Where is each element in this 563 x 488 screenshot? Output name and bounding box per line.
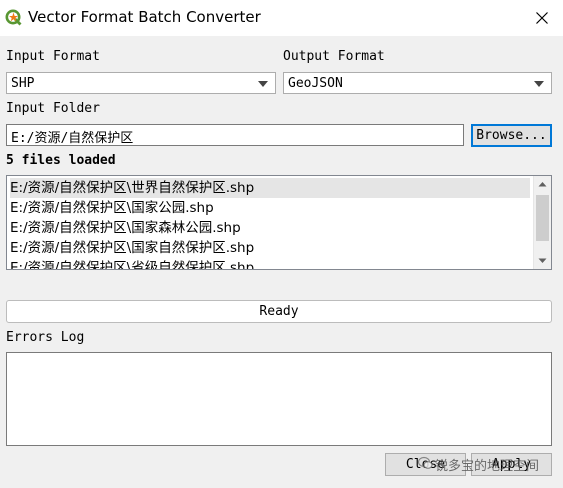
output-format-value: GeoJSON	[288, 76, 343, 91]
chevron-up-icon	[538, 182, 547, 187]
status-progress-bar: Ready	[6, 300, 552, 323]
chat-bubble-icon	[418, 456, 433, 469]
file-list[interactable]: E:/资源/自然保护区\世界自然保护区.shp E:/资源/自然保护区\国家公园…	[6, 175, 552, 270]
list-item[interactable]: E:/资源/自然保护区\国家森林公园.shp	[10, 218, 530, 238]
watermark: 锐多宝的地理空间	[418, 452, 558, 476]
scrollbar-thumb[interactable]	[536, 195, 549, 241]
errors-log-box[interactable]	[6, 352, 552, 446]
list-item[interactable]: E:/资源/自然保护区\世界自然保护区.shp	[10, 178, 530, 198]
list-item[interactable]: E:/资源/自然保护区\国家自然保护区.shp	[10, 238, 530, 258]
input-format-label: Input Format	[6, 49, 100, 64]
window-title: Vector Format Batch Converter	[28, 8, 261, 26]
chevron-down-icon	[538, 258, 547, 263]
input-format-value: SHP	[11, 76, 35, 91]
chevron-down-icon	[534, 81, 544, 87]
list-item[interactable]: E:/资源/自然保护区\省级自然保护区.shp	[10, 258, 530, 269]
input-folder-field[interactable]: E:/资源/自然保护区	[6, 124, 464, 146]
list-item[interactable]: E:/资源/自然保护区\国家公园.shp	[10, 198, 530, 218]
input-folder-value: E:/资源/自然保护区	[11, 131, 134, 146]
output-format-label: Output Format	[283, 49, 385, 64]
errors-log-label: Errors Log	[6, 330, 85, 345]
scroll-up-button[interactable]	[534, 176, 551, 193]
title-bar: Vector Format Batch Converter	[0, 0, 563, 36]
files-loaded-count: 5 files loaded	[6, 153, 116, 168]
browse-button[interactable]: Browse...	[471, 124, 552, 147]
input-format-select[interactable]: SHP	[6, 72, 276, 94]
chevron-down-icon	[258, 81, 268, 87]
qgis-logo-icon	[5, 9, 22, 26]
window-close-button[interactable]	[526, 4, 558, 32]
scroll-down-button[interactable]	[534, 252, 551, 269]
close-icon	[536, 12, 548, 24]
watermark-text: 锐多宝的地理空间	[435, 459, 540, 474]
vertical-scrollbar[interactable]	[533, 176, 551, 269]
input-folder-label: Input Folder	[6, 101, 100, 116]
output-format-select[interactable]: GeoJSON	[283, 72, 552, 94]
